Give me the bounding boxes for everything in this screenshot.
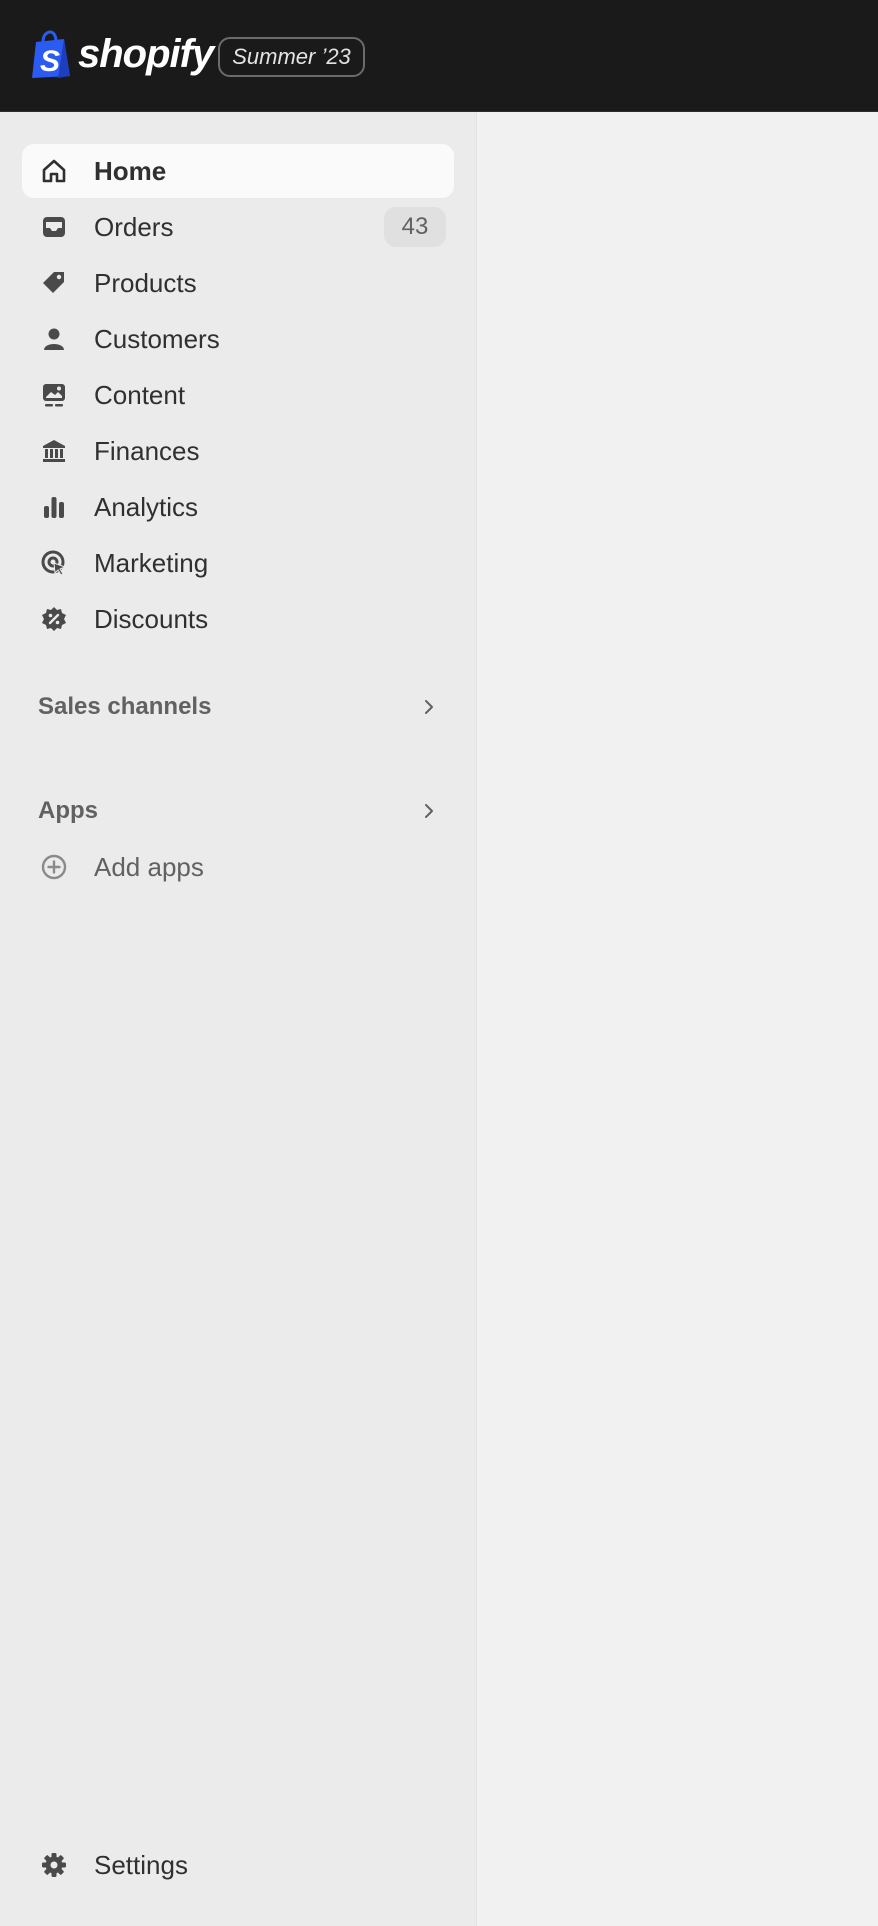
shopify-logo-icon[interactable]: S bbox=[28, 28, 74, 80]
chevron-right-icon bbox=[425, 804, 433, 818]
sidebar-item-label: Discounts bbox=[94, 604, 209, 634]
sidebar-item-home[interactable]: Home bbox=[22, 144, 454, 198]
main-content bbox=[477, 112, 878, 1926]
sidebar-item-label: Settings bbox=[94, 1850, 188, 1880]
sidebar-item-label: Customers bbox=[94, 324, 220, 354]
person-icon bbox=[40, 325, 68, 353]
sidebar-item-label: Orders bbox=[94, 212, 174, 242]
sidebar-item-label: Content bbox=[94, 380, 186, 410]
sidebar-item-customers[interactable]: Customers bbox=[22, 312, 454, 366]
target-icon bbox=[40, 549, 68, 577]
sidebar-item-settings[interactable]: Settings bbox=[22, 1838, 454, 1892]
sidebar-item-products[interactable]: Products bbox=[22, 256, 454, 310]
tag-icon bbox=[40, 269, 68, 297]
sidebar-item-finances[interactable]: Finances bbox=[22, 424, 454, 478]
discount-icon bbox=[40, 605, 68, 633]
sidebar-item-analytics[interactable]: Analytics bbox=[22, 480, 454, 534]
orders-count-badge: 43 bbox=[384, 207, 446, 247]
add-apps-button[interactable]: Add apps bbox=[22, 840, 454, 894]
apps-label: Apps bbox=[38, 797, 98, 824]
sidebar-item-orders[interactable]: Orders 43 bbox=[22, 200, 454, 254]
bank-icon bbox=[40, 437, 68, 465]
sidebar-item-label: Analytics bbox=[94, 492, 199, 522]
bar-chart-icon bbox=[40, 493, 68, 521]
inbox-icon bbox=[40, 213, 68, 241]
top-bar: S shopify Summer ’23 bbox=[0, 0, 878, 112]
image-icon bbox=[40, 381, 68, 409]
release-badge[interactable]: Summer ’23 bbox=[218, 37, 365, 77]
shopify-wordmark[interactable]: shopify bbox=[78, 30, 214, 78]
home-icon bbox=[40, 157, 68, 185]
sales-channels-header[interactable]: Sales channels bbox=[22, 682, 454, 732]
sidebar: Home Orders 43 Products Customers Conten… bbox=[0, 112, 477, 1926]
sidebar-item-label: Finances bbox=[94, 436, 200, 466]
sidebar-item-content[interactable]: Content bbox=[22, 368, 454, 422]
gear-icon bbox=[40, 1851, 68, 1879]
sidebar-item-label: Marketing bbox=[94, 548, 209, 578]
sales-channels-label: Sales channels bbox=[38, 693, 212, 720]
plus-circle-icon bbox=[40, 853, 68, 881]
chevron-right-icon bbox=[425, 700, 433, 714]
sidebar-item-discounts[interactable]: Discounts bbox=[22, 592, 454, 646]
sidebar-item-marketing[interactable]: Marketing bbox=[22, 536, 454, 590]
svg-text:S: S bbox=[40, 45, 60, 78]
sidebar-item-label: Products bbox=[94, 268, 197, 298]
apps-header[interactable]: Apps bbox=[22, 786, 454, 836]
add-apps-label: Add apps bbox=[94, 852, 204, 882]
sidebar-item-label: Home bbox=[94, 156, 167, 186]
